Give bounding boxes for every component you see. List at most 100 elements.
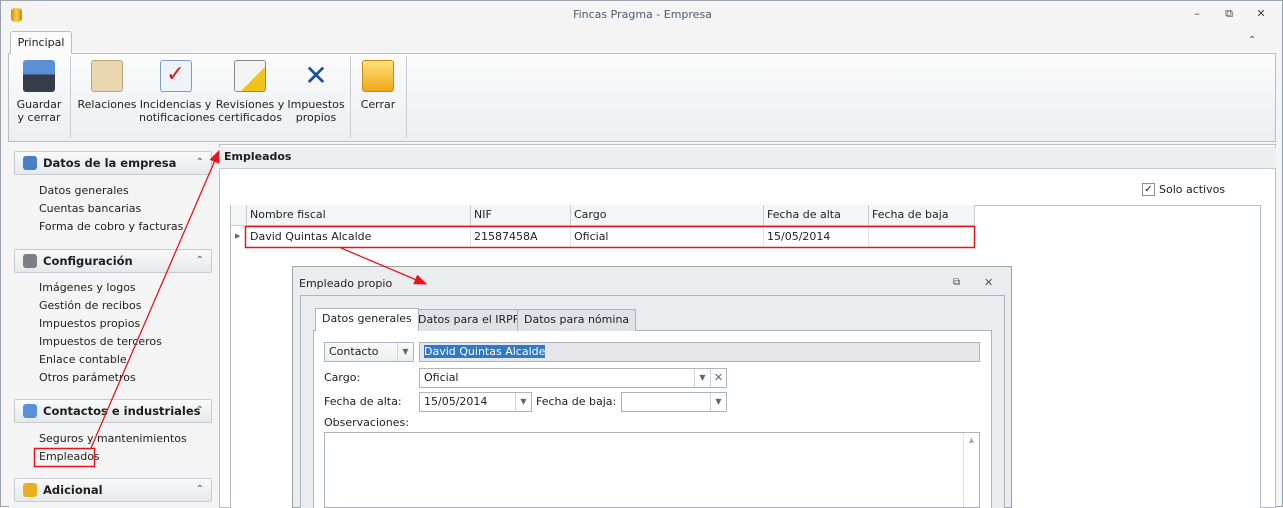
chevron-up-icon[interactable]: ⌃ [196,479,204,501]
cell-nombre[interactable]: David Quintas Alcalde [247,226,471,247]
chevron-up-icon[interactable]: ⌃ [196,152,204,174]
row-indicator-icon: ▶ [235,232,241,240]
sidebar-item-otros[interactable]: Otros parámetros [39,369,136,387]
observaciones-label: Observaciones: [324,416,409,429]
contact-type-value: Contacto [329,345,379,358]
separator [70,56,71,138]
observaciones-textarea[interactable]: ▲ [324,432,980,508]
guardar-button[interactable]: Guardar y cerrar [13,60,65,124]
cell-fecha-baja[interactable] [869,226,975,247]
separator [350,56,351,138]
revisiones-button[interactable]: Revisiones y certificados [215,60,285,124]
sidebar-item-cuentas-bancarias[interactable]: Cuentas bancarias [39,200,141,218]
col-fecha-alta[interactable]: Fecha de alta [764,205,869,226]
button-label: Cerrar [360,98,396,111]
group-contactos[interactable]: Contactos e industriales ⌃ [14,399,212,423]
user-icon [23,156,37,170]
group-title: Adicional [43,483,103,497]
name-value: David Quintas Alcalde [424,345,546,358]
solo-activos-checkbox[interactable]: ✓ [1142,183,1155,196]
fecha-alta-field[interactable]: 15/05/2014 ▼ [419,392,532,412]
button-label: Revisiones y [215,98,285,111]
dropdown-arrow-icon[interactable]: ▼ [515,393,531,411]
sidebar-item-imagenes[interactable]: Imágenes y logos [39,279,136,297]
panel-title: Empleados [219,147,1276,169]
cerrar-button[interactable]: Cerrar [355,60,401,111]
tax-agency-icon: ✕ [304,59,328,92]
separator [406,56,407,138]
window-title: Fincas Pragma - Empresa [573,8,712,21]
group-title: Configuración [43,254,133,268]
dialog-close-button[interactable]: ✕ [984,276,993,289]
sidebar-item-recibos[interactable]: Gestión de recibos [39,297,141,315]
scrollbar[interactable]: ▲ [963,433,979,507]
ribbon-tab-principal[interactable]: Principal [10,31,72,54]
clear-icon[interactable]: ✕ [710,369,726,387]
bell-doc-icon [234,60,266,92]
sidebar-item-impuestos-terceros[interactable]: Impuestos de terceros [39,333,162,351]
relaciones-button[interactable]: Relaciones [77,60,137,111]
app-window: Fincas Pragma - Empresa – ⧉ ✕ Principal … [0,0,1283,508]
cargo-label: Cargo: [324,371,361,384]
folder-icon [362,60,394,92]
group-title: Contactos e industriales [43,404,201,418]
tab-datos-nomina[interactable]: Datos para nómina [517,309,637,331]
fecha-alta-value: 15/05/2014 [424,395,488,408]
sidebar-item-empleados[interactable]: Empleados [39,448,100,466]
col-cargo[interactable]: Cargo [571,205,764,226]
col-fecha-baja[interactable]: Fecha de baja [869,205,975,226]
tools-icon [23,254,37,268]
fecha-baja-field[interactable]: ▼ [621,392,727,412]
fecha-alta-label: Fecha de alta: [324,395,402,408]
col-nombre-fiscal[interactable]: Nombre fiscal [247,205,471,226]
impuestos-button[interactable]: ✕ Impuestos propios [287,59,345,125]
dialog-title: Empleado propio [299,277,393,290]
ribbon: Guardar y cerrar Relaciones ✓ Incidencias… [8,53,1276,142]
cell-fecha-alta[interactable]: 15/05/2014 [764,226,869,247]
sidebar-item-datos-generales[interactable]: Datos generales [39,182,129,200]
database-icon [23,483,37,497]
name-field[interactable]: David Quintas Alcalde [419,342,980,362]
restore-button[interactable]: ⧉ [1221,7,1237,21]
group-adicional[interactable]: Adicional ⌃ [14,478,212,502]
chevron-up-icon[interactable]: ⌃ [196,250,204,272]
sidebar-item-impuestos-propios[interactable]: Impuestos propios [39,315,140,333]
chevron-up-icon[interactable]: ⌃ [196,400,204,422]
collapse-ribbon-icon[interactable]: ⌃ [1248,35,1256,46]
cargo-select[interactable]: Oficial ▼ ✕ [419,368,727,388]
dropdown-arrow-icon[interactable]: ▼ [397,343,413,361]
tab-datos-irpf[interactable]: Datos para el IRPF [411,309,527,331]
button-label: certificados [218,111,282,124]
col-nif[interactable]: NIF [471,205,571,226]
mail-check-icon: ✓ [159,60,192,92]
minimize-button[interactable]: – [1189,7,1205,21]
fecha-baja-label: Fecha de baja: [536,395,617,408]
users-icon [23,404,37,418]
incidencias-button[interactable]: ✓ Incidencias y notificaciones [139,60,216,124]
dropdown-arrow-icon[interactable]: ▼ [694,369,710,387]
row-indicator-header [231,205,247,226]
button-label: y cerrar [17,111,61,124]
group-configuracion[interactable]: Configuración ⌃ [14,249,212,273]
group-datos-empresa[interactable]: Datos de la empresa ⌃ [14,151,212,175]
sidebar-item-seguros[interactable]: Seguros y mantenimientos [39,430,187,448]
cell-cargo[interactable]: Oficial [571,226,764,247]
button-label: Impuestos [287,98,345,111]
floppy-icon [23,60,55,92]
button-label: Guardar [16,98,62,111]
sidebar-item-enlace-contable[interactable]: Enlace contable [39,351,127,369]
contacts-icon [91,60,123,92]
sidebar-item-forma-cobro[interactable]: Forma de cobro y facturas [39,218,183,236]
button-label: Relaciones [77,98,137,111]
dropdown-arrow-icon[interactable]: ▼ [710,393,726,411]
button-label: notificaciones [139,111,216,124]
button-label: propios [295,111,337,124]
cargo-value: Oficial [424,371,459,384]
tab-datos-generales[interactable]: Datos generales [315,308,419,331]
cell-nif[interactable]: 21587458A [471,226,571,247]
close-button[interactable]: ✕ [1253,7,1269,21]
dialog-restore-button[interactable]: ⧉ [953,277,960,288]
contact-type-select[interactable]: Contacto ▼ [324,342,414,362]
button-label: Incidencias y [139,98,212,111]
solo-activos-label: Solo activos [1159,183,1226,196]
